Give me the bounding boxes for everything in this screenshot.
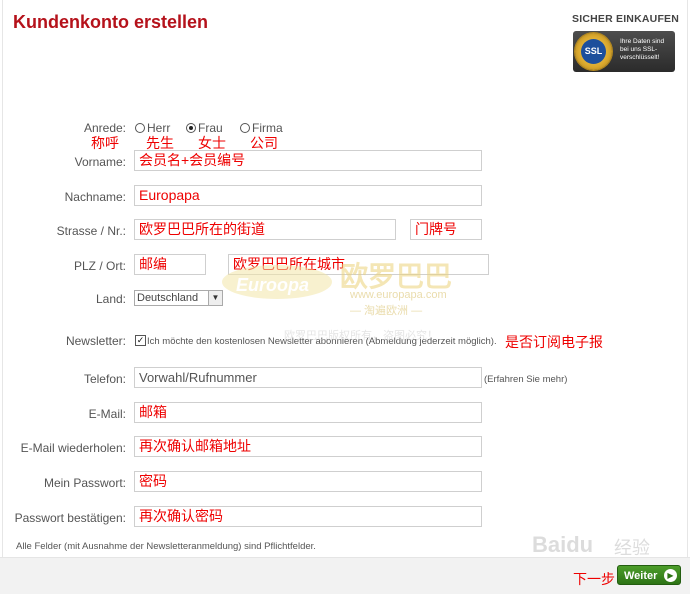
postal-label: PLZ / Ort: <box>73 259 126 273</box>
arrow-right-icon: ▶ <box>664 569 677 582</box>
email-field[interactable]: 邮箱 <box>134 402 482 423</box>
ssl-seal-icon: SSL <box>575 33 612 70</box>
street-field[interactable]: 欧罗巴巴所在的街道 <box>134 219 396 240</box>
country-select-value: Deutschland <box>137 292 199 304</box>
next-button[interactable]: Weiter ▶ <box>617 565 681 585</box>
page-title: Kundenkonto erstellen <box>13 12 209 32</box>
street-label: Strasse / Nr.: <box>56 224 126 238</box>
radio-firma[interactable] <box>240 123 250 133</box>
email-repeat-label: E-Mail wiederholen: <box>20 441 126 455</box>
phone-field[interactable]: Vorwahl/Rufnummer <box>134 367 482 388</box>
next-note: 下一步 <box>573 571 615 587</box>
phone-hint-link[interactable]: (Erfahren Sie mehr) <box>484 374 567 385</box>
email-label: E-Mail: <box>88 407 126 421</box>
country-select[interactable]: Deutschland ▼ <box>134 290 223 306</box>
newsletter-text: Ich möchte den kostenlosen Newsletter ab… <box>147 336 497 347</box>
radio-herr[interactable] <box>135 123 145 133</box>
first-name-field[interactable]: 会员名+会员编号 <box>134 150 482 171</box>
email-repeat-field[interactable]: 再次确认邮箱地址 <box>134 436 482 457</box>
password-confirm-field[interactable]: 再次确认密码 <box>134 506 482 527</box>
password-label: Mein Passwort: <box>43 476 126 490</box>
newsletter-note: 是否订阅电子报 <box>505 334 603 350</box>
house-number-field[interactable]: 门牌号 <box>410 219 482 240</box>
first-name-label: Vorname: <box>74 155 126 169</box>
password-confirm-label: Passwort bestätigen: <box>14 511 126 525</box>
required-fields-note: Alle Felder (mit Ausnahme der Newsletter… <box>16 541 316 552</box>
city-field[interactable]: 欧罗巴巴所在城市 <box>228 254 489 275</box>
ssl-badge: SSL Ihre Daten sind bei uns SSL-verschlü… <box>573 31 675 72</box>
last-name-field[interactable]: Europapa <box>134 185 482 206</box>
last-name-label: Nachname: <box>64 190 126 204</box>
ssl-seal-text: SSL <box>581 39 606 64</box>
password-field[interactable]: 密码 <box>134 471 482 492</box>
country-label: Land: <box>95 292 126 306</box>
phone-label: Telefon: <box>83 372 126 386</box>
salutation-note: 称呼 <box>91 135 119 151</box>
radio-frau[interactable] <box>186 123 196 133</box>
next-button-label: Weiter <box>624 570 658 582</box>
ssl-badge-text: Ihre Daten sind bei uns SSL-verschlüssel… <box>620 38 665 61</box>
newsletter-checkbox[interactable]: ✓ <box>135 335 146 346</box>
newsletter-label: Newsletter: <box>65 334 126 348</box>
chevron-down-icon[interactable]: ▼ <box>208 291 222 305</box>
zip-field[interactable]: 邮编 <box>134 254 206 275</box>
secure-shopping-label: SICHER EINKAUFEN <box>572 13 680 25</box>
